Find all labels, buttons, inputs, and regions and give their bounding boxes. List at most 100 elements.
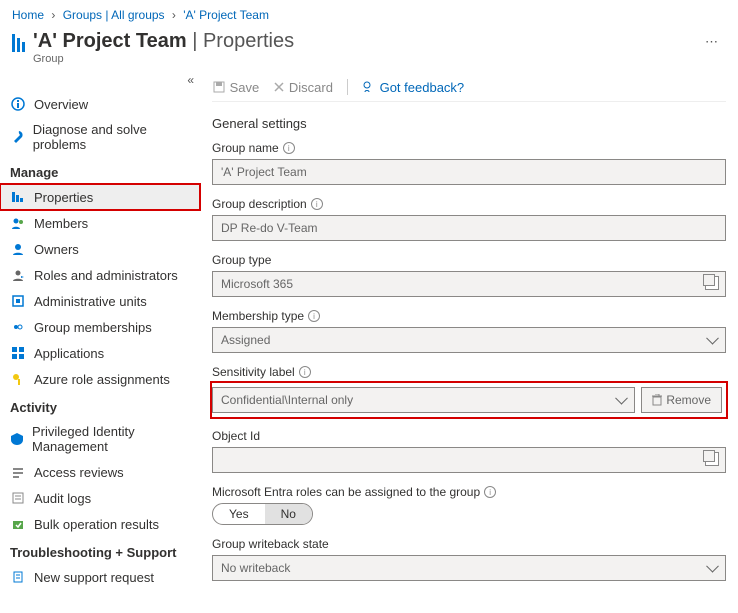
sidebar-item-pim[interactable]: Privileged Identity Management <box>0 419 200 459</box>
label-membership-type: Membership type <box>212 309 304 323</box>
admin-units-icon <box>10 293 26 309</box>
info-icon <box>10 96 26 112</box>
save-button[interactable]: Save <box>212 80 259 95</box>
sidebar-item-applications[interactable]: Applications <box>0 340 200 366</box>
page-header: 'A' Project Team | Properties Group ⋯ <box>0 26 738 73</box>
sidebar-item-support[interactable]: New support request <box>0 564 200 590</box>
key-icon <box>10 371 26 387</box>
select-sensitivity-label[interactable]: Confidential\Internal only <box>212 387 635 413</box>
field-entra-roles: Microsoft Entra roles can be assigned to… <box>212 485 726 525</box>
label-sensitivity: Sensitivity label <box>212 365 295 379</box>
sidebar-label: Azure role assignments <box>34 372 170 387</box>
sidebar-label: Diagnose and solve problems <box>33 122 190 152</box>
field-membership-type: Membership type i Assigned <box>212 309 726 353</box>
collapse-sidebar-button[interactable]: « <box>0 73 200 91</box>
discard-icon <box>273 81 285 93</box>
applications-icon <box>10 345 26 361</box>
label-group-type: Group type <box>212 253 271 267</box>
save-icon <box>212 80 226 94</box>
label-group-name: Group name <box>212 141 279 155</box>
info-icon[interactable]: i <box>484 486 496 498</box>
field-group-type: Group type Microsoft 365 <box>212 253 726 297</box>
label-object-id: Object Id <box>212 429 260 443</box>
section-general: General settings <box>212 116 726 131</box>
info-icon[interactable]: i <box>308 310 320 322</box>
breadcrumb-team[interactable]: 'A' Project Team <box>183 8 269 22</box>
copy-icon[interactable] <box>705 452 719 466</box>
label-group-description: Group description <box>212 197 307 211</box>
sidebar-label: Access reviews <box>34 465 124 480</box>
sidebar-label: Audit logs <box>34 491 91 506</box>
sidebar-item-properties[interactable]: Properties <box>0 184 200 210</box>
feedback-icon <box>362 80 376 94</box>
toggle-yes[interactable]: Yes <box>213 504 265 524</box>
sidebar-item-audit-logs[interactable]: Audit logs <box>0 485 200 511</box>
field-sensitivity-label: Sensitivity label i Confidential\Internal… <box>212 365 726 417</box>
select-writeback[interactable]: No writeback <box>212 555 726 581</box>
field-group-name: Group name i 'A' Project Team <box>212 141 726 185</box>
sidebar-item-admin-units[interactable]: Administrative units <box>0 288 200 314</box>
label-entra-roles: Microsoft Entra roles can be assigned to… <box>212 485 480 499</box>
roles-icon <box>10 267 26 283</box>
page-title: 'A' Project Team | Properties <box>33 30 697 53</box>
trash-icon <box>652 394 662 406</box>
input-group-description[interactable]: DP Re-do V-Team <box>212 215 726 241</box>
sidebar-item-group-memberships[interactable]: Group memberships <box>0 314 200 340</box>
bulk-results-icon <box>10 516 26 532</box>
sidebar-label: New support request <box>34 570 154 585</box>
sidebar-label: Roles and administrators <box>34 268 178 283</box>
remove-button[interactable]: Remove <box>641 387 722 413</box>
sidebar-heading-activity: Activity <box>0 392 200 419</box>
main-panel: Save Discard Got feedback? General setti… <box>200 73 738 613</box>
toggle-no[interactable]: No <box>265 504 312 524</box>
breadcrumb-groups[interactable]: Groups | All groups <box>63 8 165 22</box>
sidebar-label: Owners <box>34 242 79 257</box>
sidebar-heading-manage: Manage <box>0 157 200 184</box>
discard-button[interactable]: Discard <box>273 80 333 95</box>
group-icon <box>12 34 25 52</box>
sidebar-item-diagnose[interactable]: Diagnose and solve problems <box>0 117 200 157</box>
sidebar-label: Applications <box>34 346 104 361</box>
breadcrumb-home[interactable]: Home <box>12 8 44 22</box>
sidebar-item-azure-roles[interactable]: Azure role assignments <box>0 366 200 392</box>
field-group-description: Group description i DP Re-do V-Team <box>212 197 726 241</box>
access-reviews-icon <box>10 464 26 480</box>
owners-icon <box>10 241 26 257</box>
sidebar-label: Overview <box>34 97 88 112</box>
info-icon[interactable]: i <box>311 198 323 210</box>
chevron-right-icon: › <box>172 8 176 22</box>
select-membership-type[interactable]: Assigned <box>212 327 726 353</box>
label-writeback: Group writeback state <box>212 537 329 551</box>
input-group-type: Microsoft 365 <box>212 271 726 297</box>
sidebar-item-overview[interactable]: Overview <box>0 91 200 117</box>
toggle-entra-roles[interactable]: Yes No <box>212 503 313 525</box>
input-group-name[interactable]: 'A' Project Team <box>212 159 726 185</box>
sidebar-item-access-reviews[interactable]: Access reviews <box>0 459 200 485</box>
properties-icon <box>10 189 26 205</box>
feedback-button[interactable]: Got feedback? <box>362 80 464 95</box>
breadcrumb: Home › Groups | All groups › 'A' Project… <box>0 0 738 26</box>
sidebar: « Overview Diagnose and solve problems M… <box>0 73 200 613</box>
sidebar-label: Members <box>34 216 88 231</box>
copy-icon[interactable] <box>705 276 719 290</box>
audit-logs-icon <box>10 490 26 506</box>
page-subtitle: Group <box>33 53 697 65</box>
members-icon <box>10 215 26 231</box>
sidebar-item-bulk-results[interactable]: Bulk operation results <box>0 511 200 537</box>
field-object-id: Object Id <box>212 429 726 473</box>
sidebar-item-members[interactable]: Members <box>0 210 200 236</box>
sidebar-label: Privileged Identity Management <box>32 424 190 454</box>
sidebar-item-roles[interactable]: Roles and administrators <box>0 262 200 288</box>
more-menu-button[interactable]: ⋯ <box>697 30 726 54</box>
chevron-right-icon: › <box>51 8 55 22</box>
info-icon[interactable]: i <box>299 366 311 378</box>
sidebar-label: Bulk operation results <box>34 517 159 532</box>
input-object-id <box>212 447 726 473</box>
info-icon[interactable]: i <box>283 142 295 154</box>
sidebar-item-owners[interactable]: Owners <box>0 236 200 262</box>
pim-icon <box>10 431 24 447</box>
support-icon <box>10 569 26 585</box>
group-memberships-icon <box>10 319 26 335</box>
field-writeback: Group writeback state No writeback <box>212 537 726 581</box>
sidebar-label: Administrative units <box>34 294 147 309</box>
